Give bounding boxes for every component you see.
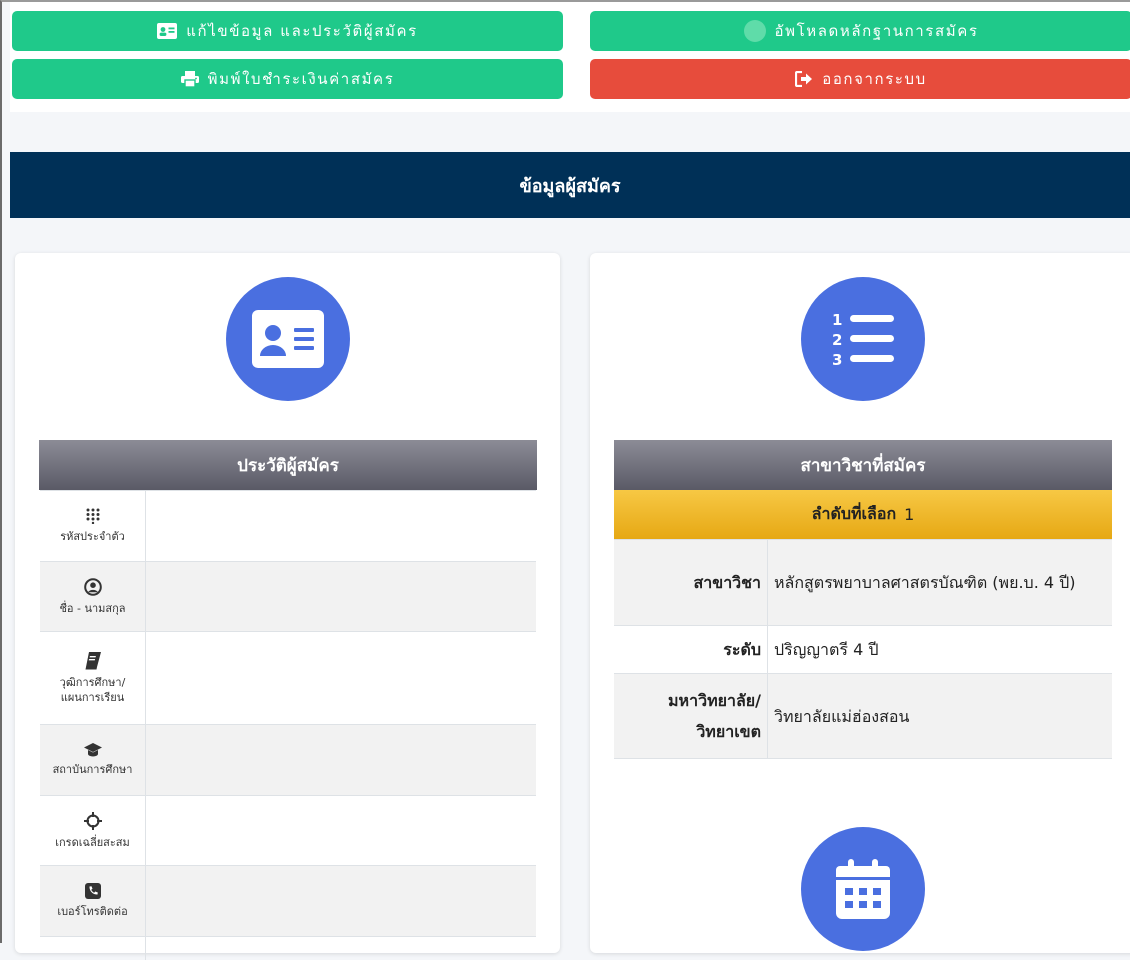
- print-payment-button[interactable]: พิมพ์ใบชำระเงินค่าสมัคร: [12, 59, 563, 99]
- program-name-link[interactable]: หลักสูตรพยาบาลศาสตรบัณฑิต (พย.บ. 4 ปี): [774, 540, 1104, 625]
- row-label: เกรดเฉลี่ยสะสม: [55, 835, 130, 849]
- row-label-cell: เกรดเฉลี่ยสะสม: [40, 796, 146, 865]
- numbered-list-icon: 1 2 3: [801, 277, 925, 401]
- row-label: สถาบันการศึกษา: [52, 763, 133, 776]
- print-icon: [180, 71, 199, 87]
- id-card-icon: [226, 277, 350, 401]
- table-row: วุฒิการศึกษา/ แผนการเรียน: [40, 631, 536, 724]
- row-value: วิทยาลัยแม่ฮ่องสอน: [774, 706, 910, 726]
- program-table: สาขาวิชา หลักสูตรพยาบาลศาสตรบัณฑิต (พย.บ…: [614, 539, 1112, 759]
- program-card: 1 2 3 สาขาวิชาที่สมัคร ลำดับที่เลือก 1 สาข…: [590, 253, 1130, 953]
- svg-text:3: 3: [832, 351, 842, 368]
- row-label-cell: [40, 937, 146, 960]
- choice-order-label: ลำดับที่เลือก: [811, 504, 897, 523]
- row-label: วุฒิการศึกษา/ แผนการเรียน: [59, 675, 126, 704]
- edit-profile-button[interactable]: แก้ไขข้อมูล และประวัติผู้สมัคร: [12, 11, 563, 51]
- profile-table-header: ประวัติผู้สมัคร: [39, 440, 537, 490]
- sign-out-icon: [795, 71, 813, 87]
- row-label-cell: วุฒิการศึกษา/ แผนการเรียน: [40, 632, 146, 724]
- calendar-icon: [801, 827, 925, 951]
- row-label-cell: ชื่อ - นามสกุล: [40, 562, 146, 631]
- row-label-cell: เบอร์โทรติดต่อ: [40, 866, 146, 936]
- crosshairs-icon: [83, 811, 102, 830]
- table-row: [40, 936, 536, 960]
- upload-evidence-label: อัพโหลดหลักฐานการสมัคร: [774, 22, 979, 40]
- upload-evidence-button[interactable]: อัพโหลดหลักฐานการสมัคร: [590, 11, 1130, 51]
- profile-card: ประวัติผู้สมัคร รหัสประจำตัว ชื่อ - นามส…: [15, 253, 560, 960]
- book-icon: [85, 651, 101, 669]
- row-value: ปริญญาตรี 4 ปี: [774, 640, 879, 659]
- program-table-header: สาขาวิชาที่สมัคร: [614, 440, 1112, 490]
- table-row: เกรดเฉลี่ยสะสม: [40, 795, 536, 865]
- user-circle-icon: [83, 577, 102, 596]
- row-label-cell: สถาบันการศึกษา: [40, 725, 146, 795]
- print-payment-label: พิมพ์ใบชำระเงินค่าสมัคร: [207, 70, 395, 88]
- row-key: ระดับ: [614, 626, 768, 673]
- choice-order-number: 1: [904, 505, 915, 524]
- program-header-label: สาขาวิชาที่สมัคร: [800, 455, 926, 476]
- table-row: มหาวิทยาลัย/ วิทยาเขต วิทยาลัยแม่ฮ่องสอน: [614, 673, 1112, 759]
- row-label-cell: รหัสประจำตัว: [40, 491, 146, 561]
- keypad-icon: [86, 508, 99, 524]
- page-frame: แก้ไขข้อมูล และประวัติผู้สมัคร อัพโหลดหล…: [0, 0, 1130, 960]
- row-label: เบอร์โทรติดต่อ: [57, 905, 128, 918]
- logout-button[interactable]: ออกจากระบบ: [590, 59, 1130, 99]
- svg-text:1: 1: [832, 311, 842, 329]
- row-label: รหัสประจำตัว: [60, 530, 125, 543]
- upload-icon: [743, 20, 766, 42]
- profile-header-label: ประวัติผู้สมัคร: [237, 455, 339, 476]
- graduation-cap-icon: [83, 743, 102, 757]
- banner-title: ข้อมูลผู้สมัคร: [519, 175, 621, 197]
- profile-table: รหัสประจำตัว ชื่อ - นามสกุล วุฒิการศึกษา…: [40, 490, 536, 960]
- table-row: รหัสประจำตัว: [40, 490, 536, 561]
- logout-label: ออกจากระบบ: [822, 70, 927, 88]
- applicant-info-banner: ข้อมูลผู้สมัคร: [10, 152, 1130, 218]
- row-key: มหาวิทยาลัย/ วิทยาเขต: [614, 674, 768, 758]
- edit-profile-label: แก้ไขข้อมูล และประวัติผู้สมัคร: [186, 22, 418, 40]
- choice-order-bar: ลำดับที่เลือก 1: [614, 490, 1112, 539]
- table-row: สถาบันการศึกษา: [40, 724, 536, 795]
- row-key: สาขาวิชา: [614, 540, 768, 625]
- table-row: เบอร์โทรติดต่อ: [40, 865, 536, 936]
- table-row: ระดับ ปริญญาตรี 4 ปี: [614, 625, 1112, 673]
- phone-icon: [84, 883, 101, 899]
- table-row: สาขาวิชา หลักสูตรพยาบาลศาสตรบัณฑิต (พย.บ…: [614, 539, 1112, 625]
- id-card-icon: [157, 23, 178, 39]
- table-row: ชื่อ - นามสกุล: [40, 561, 536, 631]
- row-label: ชื่อ - นามสกุล: [59, 601, 126, 615]
- svg-text:2: 2: [832, 331, 842, 349]
